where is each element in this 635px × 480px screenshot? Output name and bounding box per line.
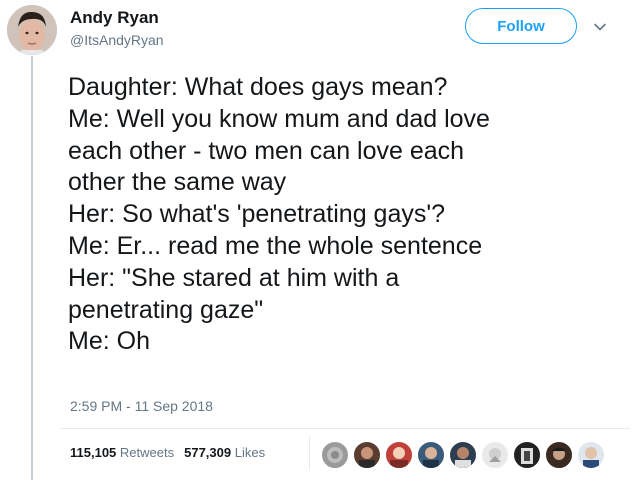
liker-avatar[interactable]: [320, 440, 350, 470]
retweets-label: Retweets: [119, 445, 175, 460]
tweet-timestamp[interactable]: 2:59 PM - 11 Sep 2018: [70, 398, 213, 414]
retweets-count: 115,105: [70, 445, 117, 460]
divider: [60, 428, 630, 429]
tweet-text-line: Her: "She stared at him with a: [68, 263, 400, 292]
liker-avatar[interactable]: [448, 440, 478, 470]
tweet-text-line: Her: So what's 'penetrating gays'?: [68, 200, 446, 229]
tweet-text-line: other the same way: [68, 168, 287, 197]
stats-divider: [309, 436, 310, 470]
likes-stat[interactable]: 577,309 Likes: [184, 445, 265, 460]
user-handle[interactable]: @ItsAndyRyan: [70, 32, 164, 48]
liker-avatar[interactable]: [512, 440, 542, 470]
retweets-stat[interactable]: 115,105 Retweets: [70, 445, 174, 460]
chevron-down-icon[interactable]: [593, 20, 607, 34]
tweet-text: Daughter: What does gays mean? Me: Well …: [68, 72, 628, 358]
tweet-text-line: each other - two men can love each: [68, 136, 465, 165]
likes-label: Likes: [234, 445, 266, 460]
tweet-card: Andy Ryan @ItsAndyRyan Follow Daughter: …: [0, 0, 635, 480]
follow-button[interactable]: Follow: [465, 8, 577, 44]
liker-avatar[interactable]: [416, 440, 446, 470]
display-name[interactable]: Andy Ryan: [70, 8, 159, 28]
tweet-stats: 115,105 Retweets 577,309 Likes: [70, 445, 265, 460]
liker-avatar[interactable]: [544, 440, 574, 470]
liker-avatar[interactable]: [384, 440, 414, 470]
likes-count: 577,309: [184, 445, 232, 460]
tweet-text-line: Me: Well you know mum and dad love: [68, 104, 490, 133]
thread-line: [31, 56, 33, 480]
liker-avatar[interactable]: [352, 440, 382, 470]
liker-avatar[interactable]: [576, 440, 606, 470]
tweet-text-line: penetrating gaze": [68, 295, 264, 324]
avatar[interactable]: [7, 5, 57, 55]
tweet-text-line: Daughter: What does gays mean?: [68, 73, 448, 101]
tweet-text-line: Me: Er... read me the whole sentence: [68, 231, 483, 260]
tweet-text-line: Me: Oh: [68, 327, 150, 356]
liker-avatar[interactable]: [480, 440, 510, 470]
